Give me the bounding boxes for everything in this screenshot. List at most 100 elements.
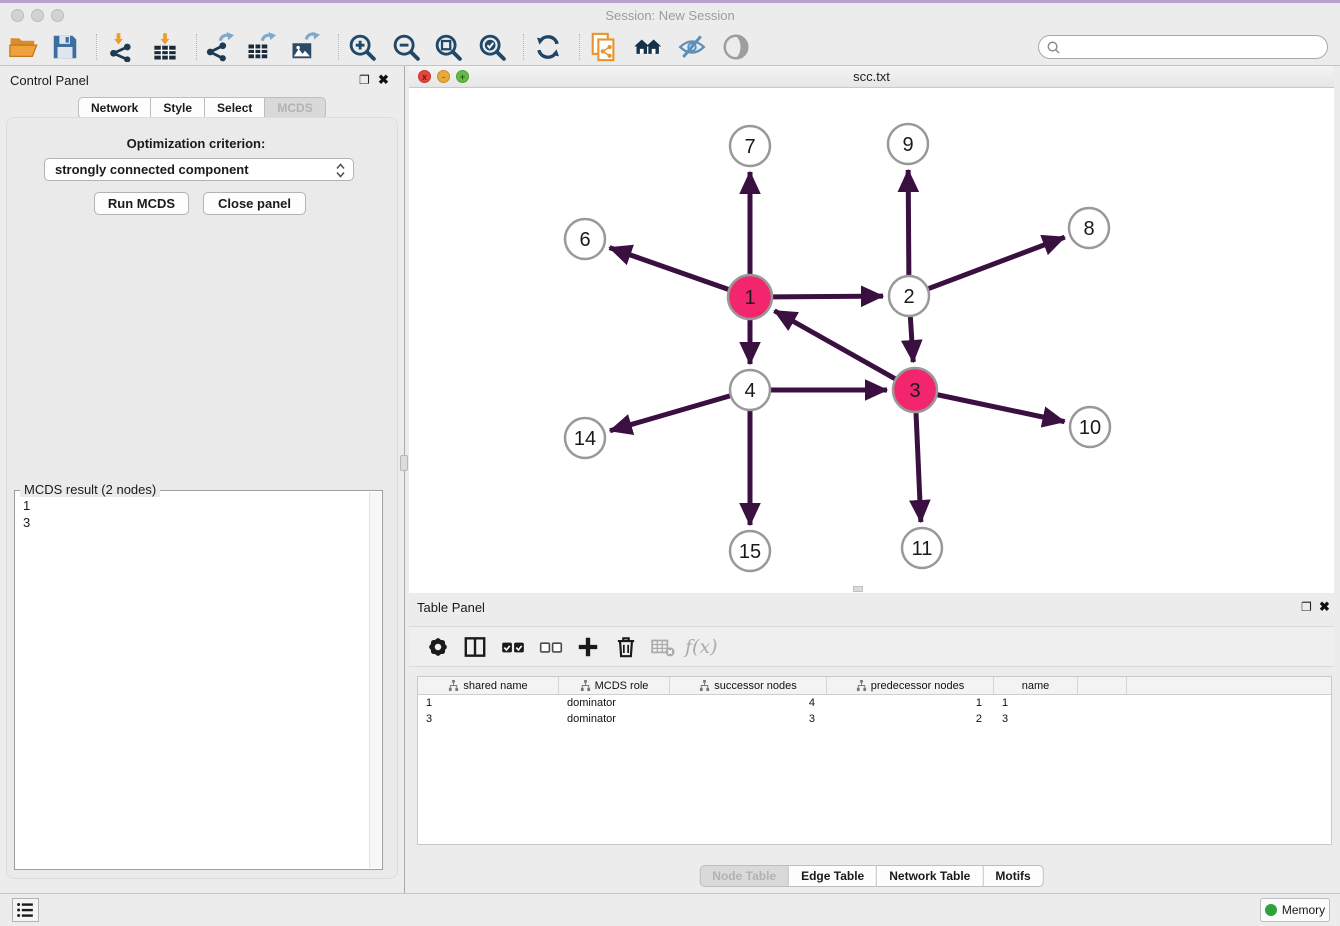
export-image-icon[interactable] [290,32,320,62]
delete-table-icon[interactable] [650,634,676,660]
graph-node-1[interactable]: 1 [728,275,772,319]
column-header-MCDS-role[interactable]: MCDS role [559,677,670,694]
table-cell[interactable]: 1 [418,695,559,711]
show-all-icon[interactable] [721,32,751,62]
select-all-icon[interactable] [500,634,526,660]
import-network-icon[interactable] [106,32,136,62]
zoom-selected-icon[interactable] [477,32,507,62]
svg-text:10: 10 [1079,417,1101,439]
mcds-result-text[interactable]: 1 3 [23,497,30,531]
zoom-out-icon[interactable] [391,32,421,62]
table-row[interactable]: 3dominator323 [418,711,1331,727]
column-header-label: predecessor nodes [871,680,965,692]
table-settings-icon[interactable] [425,634,451,660]
mcds-result-scrollbar[interactable] [369,492,381,868]
table-cell[interactable]: 4 [670,695,827,711]
table-cell[interactable]: 1 [994,695,1078,711]
network-maximize-button[interactable]: + [456,70,469,83]
table-cell[interactable]: 3 [418,711,559,727]
close-panel-icon[interactable]: ✖ [378,73,389,87]
graph-node-3[interactable]: 3 [893,368,937,412]
graph-node-14[interactable]: 14 [565,418,605,458]
graph-edge-1-6[interactable] [610,248,729,290]
graph-node-2[interactable]: 2 [889,276,929,316]
float-panel-icon[interactable]: ❐ [359,73,370,87]
table-cell[interactable]: 3 [670,711,827,727]
table-row[interactable]: 1dominator411 [418,695,1331,711]
search-input[interactable] [1065,37,1319,57]
graph-edge-2-8[interactable] [929,237,1065,288]
graph-edge-1-2[interactable] [773,296,883,297]
task-history-button[interactable] [12,898,39,922]
save-session-icon[interactable] [50,32,80,62]
export-network-icon[interactable] [204,32,234,62]
tab-network-table[interactable]: Network Table [877,865,983,887]
toolbar-separator [523,34,524,60]
run-mcds-button[interactable]: Run MCDS [94,192,189,215]
hide-selected-icon[interactable] [677,32,707,62]
delete-row-icon[interactable] [613,634,639,660]
network-close-button[interactable]: x [418,70,431,83]
close-panel-button[interactable]: Close panel [203,192,306,215]
graph-edge-3-1[interactable] [774,311,895,379]
float-table-panel-icon[interactable]: ❐ [1301,600,1312,614]
toolbar-separator [338,34,339,60]
node-table: shared nameMCDS rolesuccessor nodes prede… [417,676,1332,845]
zoom-in-icon[interactable] [347,32,377,62]
tab-mcds[interactable]: MCDS [265,97,325,119]
refresh-layout-icon[interactable] [533,32,563,62]
graph-node-8[interactable]: 8 [1069,208,1109,248]
graph-node-15[interactable]: 15 [730,531,770,571]
apply-function-icon[interactable]: f(x) [685,634,718,660]
open-session-icon[interactable] [8,32,38,62]
graph-node-7[interactable]: 7 [730,126,770,166]
graph-edge-2-9[interactable] [908,170,909,275]
column-header-predecessor-nodes[interactable]: predecessor nodes [827,677,994,694]
graph-node-4[interactable]: 4 [730,370,770,410]
graph-node-9[interactable]: 9 [888,124,928,164]
tab-edge-table[interactable]: Edge Table [789,865,877,887]
graph-node-10[interactable]: 10 [1070,407,1110,447]
column-header-successor-nodes[interactable]: successor nodes [670,677,827,694]
close-table-panel-icon[interactable]: ✖ [1319,600,1330,614]
splitter-grip[interactable] [400,455,408,471]
vertical-splitter[interactable] [404,66,405,893]
import-table-icon[interactable] [150,32,180,62]
graph-edge-2-3[interactable] [910,317,913,362]
canvas-resize-handle[interactable] [853,586,863,592]
search-field[interactable] [1038,35,1328,59]
table-cell[interactable]: 3 [994,711,1078,727]
control-panel-title: Control Panel [10,73,89,88]
graph-node-11[interactable]: 11 [902,528,942,568]
table-panel-title: Table Panel [417,600,485,615]
tab-select[interactable]: Select [205,97,265,119]
table-cell[interactable]: dominator [559,695,670,711]
graph-node-6[interactable]: 6 [565,219,605,259]
tab-style[interactable]: Style [151,97,205,119]
memory-button[interactable]: Memory [1260,898,1330,922]
network-minimize-button[interactable]: - [437,70,450,83]
show-column-icon[interactable] [462,634,488,660]
network-canvas[interactable]: 7 9 6 8 1 2 4 3 14 10 15 11 [409,88,1334,593]
graph-edge-3-11[interactable] [916,413,921,522]
tab-network[interactable]: Network [78,97,151,119]
zoom-fit-icon[interactable] [433,32,463,62]
table-cell[interactable]: dominator [559,711,670,727]
column-header-name[interactable]: name [994,677,1078,694]
deselect-all-icon[interactable] [538,634,564,660]
dropdown-value: strongly connected component [55,162,249,177]
first-neighbors-icon[interactable] [633,32,663,62]
optimization-criterion-dropdown[interactable]: strongly connected component [44,158,354,181]
table-cell[interactable]: 2 [827,711,994,727]
add-row-icon[interactable] [575,634,601,660]
export-table-icon[interactable] [246,32,276,62]
table-cell[interactable]: 1 [827,695,994,711]
tab-node-table[interactable]: Node Table [699,865,789,887]
network-graph[interactable]: 7 9 6 8 1 2 4 3 14 10 15 11 [409,88,1334,593]
graph-edge-3-10[interactable] [938,395,1065,422]
clone-network-icon[interactable] [589,32,619,62]
tab-motifs[interactable]: Motifs [983,865,1043,887]
graph-edge-4-14[interactable] [610,396,730,431]
network-window-titlebar[interactable]: x - + scc.txt [409,66,1334,88]
column-header-shared-name[interactable]: shared name [418,677,559,694]
